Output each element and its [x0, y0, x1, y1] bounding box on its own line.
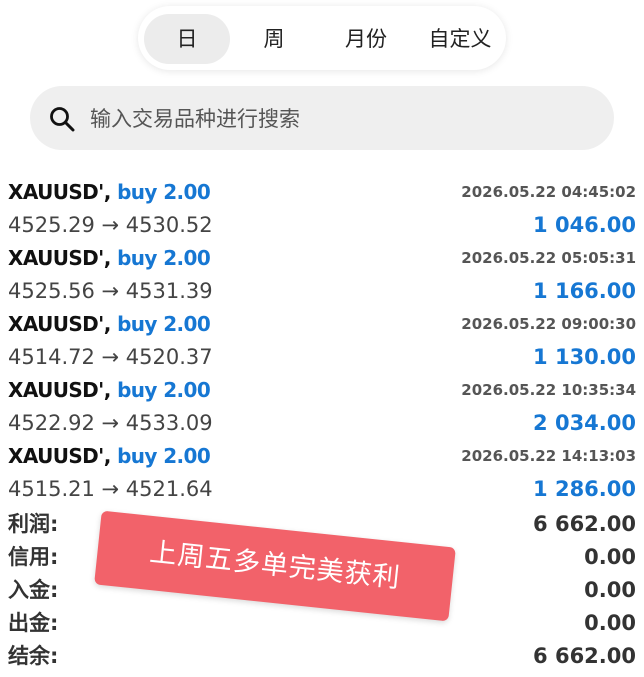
search-icon: [50, 107, 75, 132]
summary-label: 利润:: [8, 512, 59, 536]
tab-week[interactable]: 周: [234, 14, 314, 64]
trade-title: XAUUSD', buy 2.00: [8, 177, 211, 207]
trade-profit: 1 130.00: [533, 345, 636, 369]
trade-side: buy 2.00: [117, 378, 211, 402]
trade-profit: 1 046.00: [533, 213, 636, 237]
trade-side: buy 2.00: [117, 444, 211, 468]
trade-title: XAUUSD', buy 2.00: [8, 309, 211, 339]
trade-prices: 4525.29 → 4530.52: [8, 213, 213, 237]
trade-time: 2026.05.22 04:45:02: [461, 183, 636, 201]
trade-title: XAUUSD', buy 2.00: [8, 375, 211, 405]
trade-prices: 4522.92 → 4533.09: [8, 411, 213, 435]
trade-symbol: XAUUSD',: [8, 180, 111, 204]
trade-symbol: XAUUSD',: [8, 312, 111, 336]
trade-row[interactable]: XAUUSD', buy 2.00 2026.05.22 10:35:34 45…: [0, 375, 644, 441]
summary-label: 出金:: [8, 611, 59, 635]
trade-time: 2026.05.22 10:35:34: [461, 381, 636, 399]
tab-day[interactable]: 日: [144, 14, 230, 64]
summary-label: 结余:: [8, 644, 59, 668]
trade-prices: 4525.56 → 4531.39: [8, 279, 213, 303]
trade-time: 2026.05.22 05:05:31: [461, 249, 636, 267]
trade-row[interactable]: XAUUSD', buy 2.00 2026.05.22 09:00:30 45…: [0, 309, 644, 375]
trade-profit: 2 034.00: [533, 411, 636, 435]
trade-title: XAUUSD', buy 2.00: [8, 243, 211, 273]
trade-side: buy 2.00: [117, 312, 211, 336]
tab-custom[interactable]: 自定义: [416, 14, 504, 64]
summary-balance: 结余: 6 662.00: [0, 640, 644, 672]
trade-side: buy 2.00: [117, 180, 211, 204]
period-tabs: 日 周 月份 自定义: [138, 6, 506, 70]
summary-value: 0.00: [584, 578, 636, 602]
summary-value: 0.00: [584, 611, 636, 635]
trade-row[interactable]: XAUUSD', buy 2.00 2026.05.22 04:45:02 45…: [0, 177, 644, 243]
trade-symbol: XAUUSD',: [8, 378, 111, 402]
trade-prices: 4515.21 → 4521.64: [8, 477, 213, 501]
trade-row[interactable]: XAUUSD', buy 2.00 2026.05.22 14:13:03 45…: [0, 441, 644, 507]
trade-symbol: XAUUSD',: [8, 444, 111, 468]
trade-time: 2026.05.22 09:00:30: [461, 315, 636, 333]
summary-label: 入金:: [8, 578, 59, 602]
trade-profit: 1 286.00: [533, 477, 636, 501]
tab-month[interactable]: 月份: [324, 14, 408, 64]
trade-time: 2026.05.22 14:13:03: [461, 447, 636, 465]
summary-value: 6 662.00: [533, 512, 636, 536]
trade-profit: 1 166.00: [533, 279, 636, 303]
summary-withdrawal: 出金: 0.00: [0, 607, 644, 639]
trade-title: XAUUSD', buy 2.00: [8, 441, 211, 471]
summary-label: 信用:: [8, 545, 59, 569]
trade-side: buy 2.00: [117, 246, 211, 270]
trade-symbol: XAUUSD',: [8, 246, 111, 270]
trade-row[interactable]: XAUUSD', buy 2.00 2026.05.22 05:05:31 45…: [0, 243, 644, 309]
summary-value: 0.00: [584, 545, 636, 569]
summary-value: 6 662.00: [533, 644, 636, 668]
search-bar[interactable]: [30, 86, 614, 150]
trade-prices: 4514.72 → 4520.37: [8, 345, 213, 369]
search-input[interactable]: [88, 99, 592, 139]
